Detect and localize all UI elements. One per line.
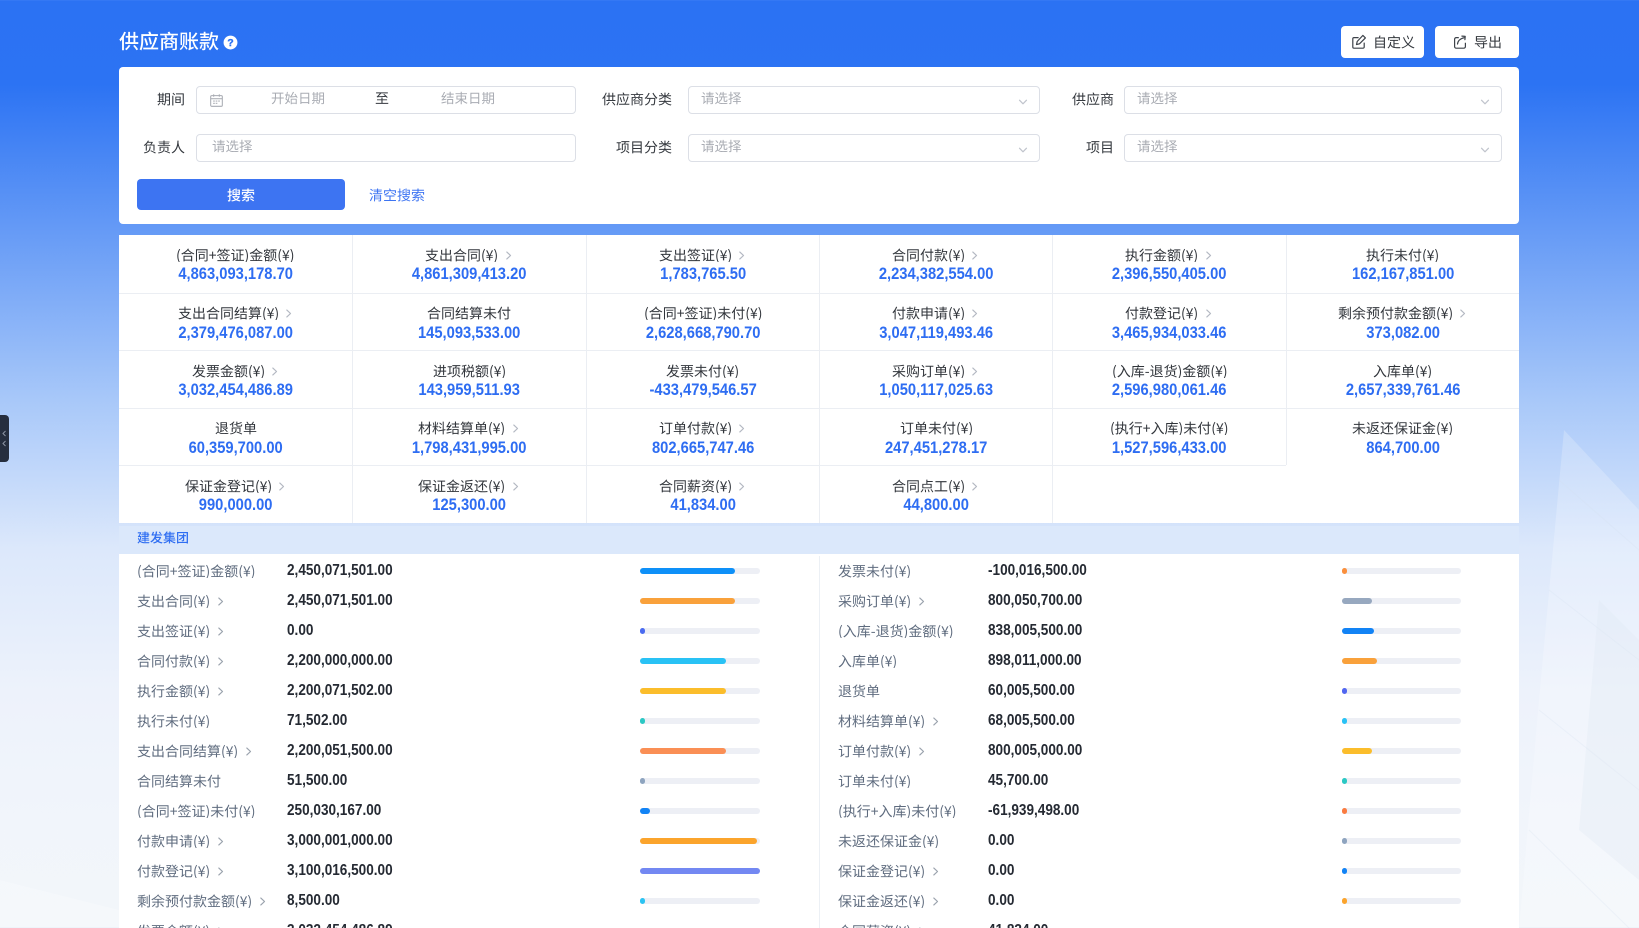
svg-text:?: ? [227, 38, 233, 49]
